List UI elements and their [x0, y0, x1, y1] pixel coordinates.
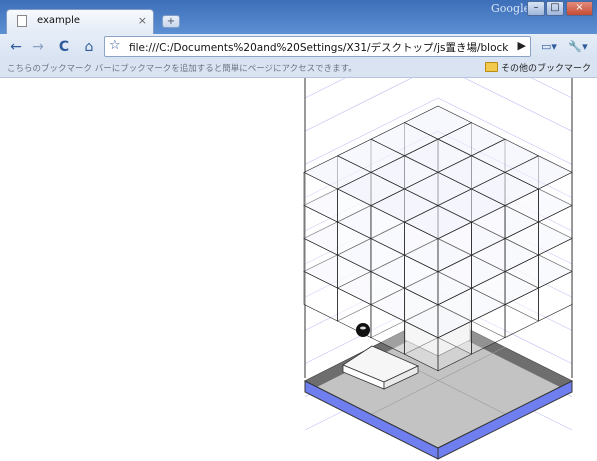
- close-window-button[interactable]: ×: [566, 1, 593, 16]
- home-button[interactable]: ⌂: [79, 37, 99, 57]
- block-stack: [303, 105, 573, 372]
- google-brand-label: Google: [491, 2, 531, 15]
- wall-grid-line: [304, 78, 346, 99]
- toolbar: ← → C ⌂ ☆ file:///C:/Documents%20and%20S…: [0, 34, 597, 59]
- tools-menu-button[interactable]: 🔧▾: [565, 37, 591, 57]
- forward-button[interactable]: →: [28, 37, 48, 57]
- folder-icon: [484, 62, 498, 72]
- go-arrow-icon[interactable]: ▶: [518, 39, 526, 52]
- ball-highlight: [360, 326, 366, 330]
- new-tab-button[interactable]: +: [162, 15, 180, 28]
- minimize-button[interactable]: –: [527, 1, 545, 16]
- url-text[interactable]: file:///C:/Documents%20and%20Settings/X3…: [129, 40, 509, 55]
- bookmark-star-icon[interactable]: ☆: [109, 38, 121, 53]
- ball: [356, 323, 370, 337]
- page-icon: [17, 15, 27, 27]
- maximize-button[interactable]: □: [546, 1, 564, 16]
- game-canvas[interactable]: [0, 78, 597, 461]
- bookmark-bar: こちらのブックマーク バーにブックマークを追加すると簡単にページにアクセスできま…: [0, 59, 597, 78]
- address-bar[interactable]: ☆ file:///C:/Documents%20and%20Settings/…: [104, 36, 531, 57]
- wall-grid-line: [530, 78, 573, 99]
- bookmark-bar-hint: こちらのブックマーク バーにブックマークを追加すると簡単にページにアクセスできま…: [7, 64, 357, 74]
- page-content: [0, 78, 597, 461]
- tab-close-button[interactable]: ×: [138, 14, 147, 27]
- tab-example[interactable]: example ×: [6, 9, 154, 34]
- page-menu-button[interactable]: ▭▾: [537, 37, 561, 57]
- reload-button[interactable]: C: [54, 37, 74, 57]
- tab-title: example: [37, 15, 81, 26]
- ball-body: [356, 323, 370, 337]
- other-bookmarks-folder[interactable]: その他のブックマーク: [484, 61, 591, 74]
- other-bookmarks-label: その他のブックマーク: [500, 64, 591, 74]
- title-bar: example × + Google – □ ×: [0, 0, 597, 34]
- back-button[interactable]: ←: [6, 37, 26, 57]
